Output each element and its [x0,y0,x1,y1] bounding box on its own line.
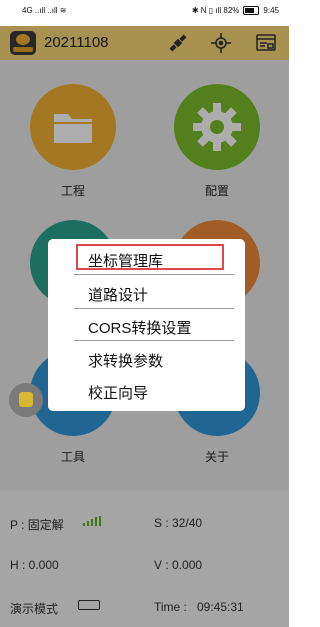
status-icons: ✱ N ▯ ıll 82% [191,6,240,15]
menu-item-label: 求转换参数 [88,353,164,370]
menu-item-road-design[interactable]: 道路设计 [48,277,245,307]
menu-item-label: 坐标管理库 [88,253,164,270]
menu-item-cors-settings[interactable]: CORS转换设置 [48,310,245,340]
status-bar-right: ✱ N ▯ ıll 82% 9:45 [192,6,279,15]
battery-icon [243,6,260,15]
menu-divider [74,340,234,341]
menu-item-label: 校正向导 [88,385,149,402]
network-status: 4G ..ıll ..ıll ≋ [22,6,67,15]
clock: 9:45 [263,6,279,15]
popup-menu: 坐标管理库 道路设计 CORS转换设置 求转换参数 校正向导 [48,239,245,411]
menu-item-coordinate-library[interactable]: 坐标管理库 [48,243,245,273]
status-bar-left: 4G ..ıll ..ıll ≋ [22,6,67,15]
menu-item-label: CORS转换设置 [88,320,192,337]
floating-handle-icon[interactable] [9,383,43,417]
menu-item-label: 道路设计 [88,287,149,304]
menu-divider [74,274,234,275]
status-bar: 4G ..ıll ..ıll ≋ ✱ N ▯ ıll 82% 9:45 [0,0,289,26]
menu-item-transform-params[interactable]: 求转换参数 [48,343,245,373]
menu-divider [74,308,234,309]
menu-item-calibration-wizard[interactable]: 校正向导 [48,375,245,405]
